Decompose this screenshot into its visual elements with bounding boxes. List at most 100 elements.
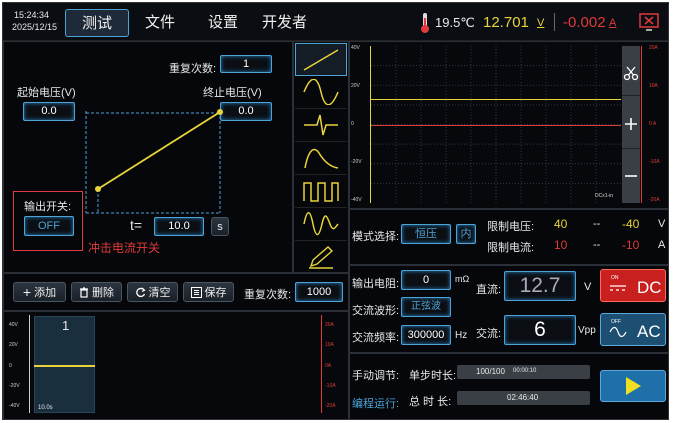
manual-adjust-label[interactable]: 手动调节: — [352, 367, 399, 383]
delete-button[interactable]: 删除 — [71, 282, 122, 302]
thermometer-icon — [421, 13, 429, 33]
menu-developer[interactable]: 开发者 — [262, 9, 307, 37]
menu-test[interactable]: 测试 — [65, 9, 129, 37]
save-button-label: 保存 — [204, 287, 227, 299]
dc-button-state: ON — [611, 275, 619, 281]
step-duration-time: 00:00:10 — [513, 368, 537, 374]
scope-left-tick: 20V — [351, 83, 360, 89]
damped-sine-icon — [303, 212, 339, 236]
dc-unit: V — [584, 281, 592, 293]
waveform-square-button[interactable] — [295, 175, 347, 208]
clear-button[interactable]: 清空 — [127, 282, 178, 302]
save-button[interactable]: 保存 — [183, 282, 234, 302]
ac-button-label: AC — [637, 322, 661, 341]
current-limit-sep: -- — [593, 239, 601, 251]
ramp-icon — [303, 48, 339, 71]
total-duration-value: 02:46:40 — [507, 393, 539, 402]
mode-inner-toggle[interactable]: 内 — [456, 224, 476, 244]
sequence-left-tick: 0 — [9, 362, 12, 369]
list-icon — [190, 286, 202, 298]
add-button[interactable]: + 添加 — [13, 282, 66, 302]
step-duration-label: 单步时长: — [409, 370, 457, 382]
ac-wave-select[interactable]: 正弦波 — [401, 297, 451, 317]
resistance-label: 输出电阻: — [352, 278, 400, 290]
scope-left-tick: 40V — [351, 45, 360, 51]
sequence-right-tick: 10A — [325, 342, 334, 349]
waveform-pulse-button[interactable] — [295, 109, 347, 142]
voltage-limit-label: 限制电压: — [487, 221, 535, 233]
ac-unit: Vpp — [578, 325, 596, 336]
menu-file[interactable]: 文件 — [145, 9, 175, 37]
waveform-decay-button[interactable] — [295, 142, 347, 175]
mode-select[interactable]: 恒压 — [401, 224, 451, 244]
zoom-out-button[interactable] — [622, 151, 640, 201]
waveform-damped-sine-button[interactable] — [295, 208, 347, 241]
scope-left-tick: -40V — [351, 197, 362, 203]
resistance-field[interactable]: 0 — [401, 270, 451, 290]
voltage-limit-min[interactable]: -40 — [622, 217, 639, 231]
total-duration-label: 总 时 长: — [409, 396, 452, 408]
scissors-button[interactable] — [622, 50, 640, 96]
program-run-label[interactable]: 编程运行: — [352, 395, 399, 411]
output-switch-toggle[interactable]: OFF — [24, 216, 74, 236]
screen-close-icon[interactable] — [638, 12, 660, 32]
sequence-right-tick: 0A — [325, 362, 332, 369]
current-limit-max[interactable]: 10 — [554, 238, 567, 252]
delete-button-label: 删除 — [92, 287, 114, 299]
dc-button-label: DC — [637, 278, 662, 297]
scope-red-trace — [371, 124, 621, 126]
sequence-left-axis — [29, 315, 30, 413]
voltage-limit-sep: -- — [593, 218, 601, 230]
decay-icon — [304, 148, 339, 169]
ac-output-button[interactable]: OFF AC — [600, 313, 666, 346]
waveform-sine-button[interactable] — [295, 76, 347, 109]
scope-right-tick: 0 A — [649, 121, 657, 127]
pen-icon — [309, 246, 334, 269]
ac-button-state: OFF — [611, 319, 621, 325]
sequence-right-tick: -20A — [325, 403, 336, 409]
ac-freq-field[interactable]: 300000 — [401, 325, 451, 345]
voltage-readout: 12.701 — [483, 14, 529, 31]
duration-field[interactable]: 10.0 — [154, 217, 204, 236]
clear-button-label: 清空 — [148, 287, 171, 299]
dc-output-button[interactable]: ON DC — [600, 269, 666, 302]
menu-settings[interactable]: 设置 — [208, 9, 238, 37]
sequence-step-trace — [34, 365, 95, 367]
clock-date: 2025/12/15 — [12, 22, 58, 32]
app-window: 15:24:34 2025/12/15 测试 文件 设置 开发者 19.5℃ 1… — [2, 2, 669, 420]
scope-right-tick: 20A — [649, 45, 658, 51]
impulse-annotation: 冲击电流开关 — [88, 241, 161, 255]
play-icon — [626, 377, 641, 395]
voltage-limit-max[interactable]: 40 — [554, 217, 567, 231]
zoom-in-button[interactable] — [622, 99, 640, 149]
refresh-icon — [135, 287, 146, 297]
dc-symbol-icon — [610, 285, 626, 291]
current-limit-min[interactable]: -10 — [622, 238, 639, 252]
sequence-repeat-field[interactable]: 1000 — [295, 282, 343, 302]
current-unit: A — [609, 17, 617, 29]
ramp-start-point — [95, 186, 101, 192]
voltage-unit: V — [537, 17, 545, 29]
dc-label: 直流: — [476, 284, 502, 296]
waveform-draw-button[interactable] — [295, 241, 347, 274]
ac-wave-label: 交流波形: — [352, 305, 400, 317]
scope-yellow-trace — [371, 98, 621, 101]
ac-value-field[interactable]: 6 — [504, 315, 576, 345]
step-duration-value: 100/100 — [476, 367, 505, 376]
sequence-right-axis — [321, 315, 322, 413]
plus-icon — [625, 117, 637, 130]
scissors-icon — [623, 66, 639, 80]
duration-unit-button[interactable]: s — [211, 217, 229, 236]
trash-icon — [80, 286, 88, 298]
square-icon — [303, 182, 339, 202]
current-limit-label: 限制电流: — [487, 242, 535, 254]
current-limit-unit: A — [658, 239, 666, 251]
voltage-limit-unit: V — [658, 218, 666, 230]
ac-label: 交流: — [476, 328, 502, 340]
dc-value-field[interactable]: 12.7 — [504, 271, 576, 301]
run-button[interactable] — [600, 370, 666, 402]
waveform-ramp-button[interactable] — [295, 43, 347, 76]
pulse-icon — [304, 114, 338, 136]
add-button-label: 添加 — [34, 287, 57, 299]
resistance-unit: mΩ — [455, 274, 470, 284]
